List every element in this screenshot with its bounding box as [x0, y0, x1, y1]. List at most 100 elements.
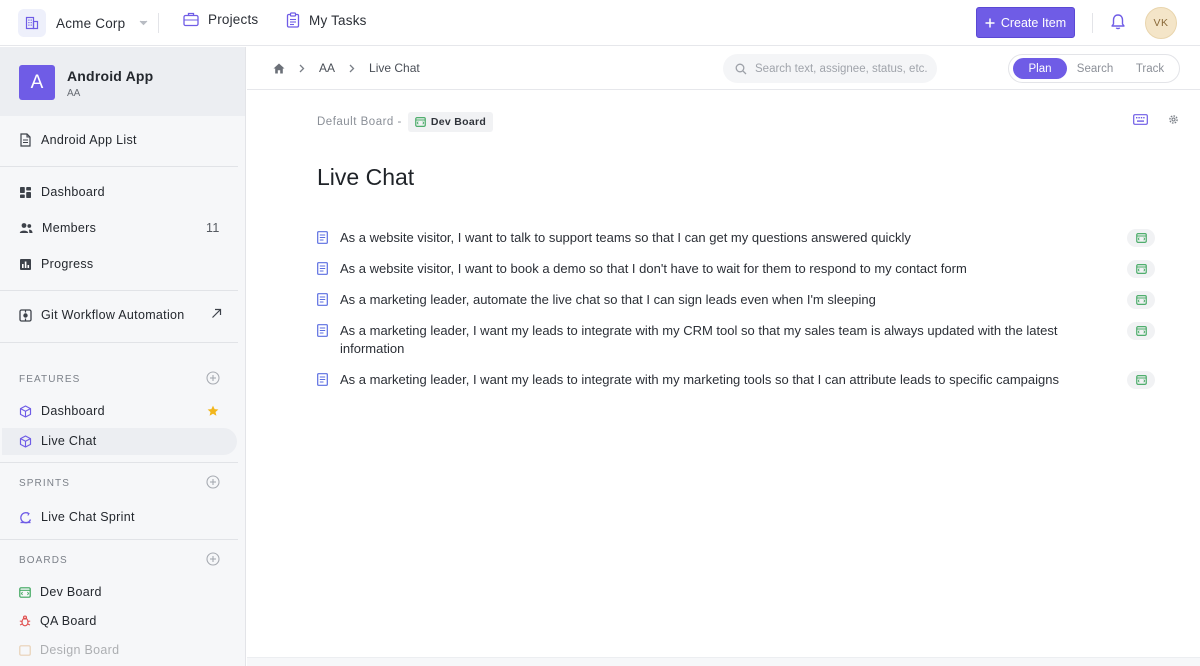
main-content: Default Board - Dev Board Live Chat As a… [247, 91, 1200, 657]
org-name: Acme Corp [56, 15, 126, 31]
mode-track[interactable]: Track [1124, 58, 1176, 79]
story-text: As a website visitor, I want to talk to … [340, 230, 911, 245]
dev-board-tag[interactable] [1127, 229, 1155, 247]
dev-board-icon [19, 586, 31, 598]
story-text: As a marketing leader, automate the live… [340, 292, 876, 307]
sidebar-item-label: Members [42, 221, 97, 235]
dev-board-icon [415, 117, 426, 127]
divider [0, 462, 238, 463]
nav-my-tasks[interactable]: My Tasks [286, 12, 367, 28]
board-chip[interactable]: Dev Board [407, 112, 494, 132]
dev-board-icon [1135, 264, 1147, 274]
board-selector: Default Board - Dev Board [317, 112, 494, 132]
breadcrumb: AA Live Chat [273, 61, 420, 75]
nav-projects-label: Projects [208, 12, 259, 27]
project-avatar: A [19, 65, 55, 100]
org-switcher[interactable]: Acme Corp [18, 9, 148, 37]
add-sprint-icon[interactable] [206, 475, 220, 489]
briefcase-icon [183, 12, 199, 27]
members-count: 11 [206, 221, 220, 235]
divider [0, 539, 238, 540]
add-board-icon[interactable] [206, 552, 220, 566]
divider [158, 13, 159, 33]
features-header: FEATURES [19, 374, 81, 385]
breadcrumb-current: Live Chat [369, 61, 420, 75]
sidebar-board-design[interactable]: Design Board [19, 640, 119, 660]
dashboard-icon [19, 186, 32, 199]
chevron-right-icon [349, 64, 355, 73]
story-text: As a marketing leader, I want my leads t… [340, 372, 1059, 387]
dev-board-icon [1135, 233, 1147, 243]
bug-icon [19, 615, 31, 627]
breadcrumb-bar: AA Live Chat Plan Search Track [247, 47, 1200, 90]
plus-icon [985, 18, 995, 27]
sidebar-feature-dashboard[interactable]: Dashboard [19, 401, 105, 421]
divider [0, 290, 238, 291]
star-icon[interactable] [207, 405, 219, 417]
sidebar-board-qa[interactable]: QA Board [19, 611, 97, 631]
document-icon [19, 133, 32, 147]
breadcrumb-project[interactable]: AA [319, 61, 335, 75]
sidebar-item-label: Progress [41, 257, 94, 271]
dev-board-icon [1135, 326, 1147, 336]
mode-search[interactable]: Search [1069, 58, 1121, 79]
sprint-icon [19, 511, 32, 524]
gear-icon[interactable] [1167, 113, 1180, 126]
chevron-down-icon [139, 20, 148, 26]
chevron-right-icon [299, 64, 305, 73]
sidebar-item-label: QA Board [40, 614, 97, 628]
sidebar-feature-live-chat[interactable]: Live Chat [19, 431, 97, 451]
sidebar: A Android App AA Android App List Dashbo… [0, 47, 246, 666]
sidebar-sprint-live-chat[interactable]: Live Chat Sprint [19, 507, 135, 527]
divider [0, 166, 238, 167]
story-icon [317, 373, 328, 386]
sidebar-item-progress[interactable]: Progress [19, 254, 93, 274]
sidebar-board-dev[interactable]: Dev Board [19, 582, 102, 602]
project-header[interactable]: A Android App AA [0, 47, 245, 116]
sidebar-item-git-workflow[interactable]: Git Workflow Automation [19, 305, 185, 325]
mode-plan[interactable]: Plan [1013, 58, 1067, 79]
page-title: Live Chat [317, 164, 415, 190]
nav-my-tasks-label: My Tasks [309, 12, 367, 28]
user-avatar[interactable]: VK [1145, 7, 1177, 39]
create-item-label: Create Item [1000, 15, 1067, 30]
sprints-header: SPRINTS [19, 478, 71, 489]
sidebar-item-label: Live Chat [41, 434, 97, 448]
story-text: As a marketing leader, I want my leads t… [340, 323, 1058, 356]
story-icon [317, 324, 328, 337]
sidebar-item-label: Dashboard [41, 185, 105, 199]
design-board-icon [19, 644, 31, 656]
sidebar-item-label: Dev Board [40, 585, 102, 599]
search-box[interactable] [723, 54, 937, 83]
dev-board-tag[interactable] [1127, 291, 1155, 309]
progress-icon [19, 258, 32, 271]
keyboard-icon[interactable] [1133, 114, 1148, 125]
project-name: Android App [67, 68, 154, 84]
home-icon[interactable] [273, 63, 285, 74]
mode-toggle: Plan Search Track [1008, 54, 1180, 83]
bell-icon[interactable] [1110, 13, 1126, 31]
sidebar-item-list[interactable]: Android App List [19, 130, 137, 150]
sidebar-item-dashboard[interactable]: Dashboard [19, 182, 105, 202]
sidebar-item-label: Design Board [40, 643, 120, 657]
sidebar-item-members[interactable]: Members 11 [19, 218, 219, 238]
dev-board-tag[interactable] [1127, 322, 1155, 340]
search-icon [735, 63, 747, 75]
divider [0, 342, 238, 343]
story-icon [317, 262, 328, 275]
sidebar-item-label: Dashboard [41, 404, 105, 418]
nav-projects[interactable]: Projects [183, 12, 258, 27]
create-item-button[interactable]: Create Item [976, 7, 1075, 38]
bottom-strip [247, 657, 1200, 666]
dev-board-tag[interactable] [1127, 371, 1155, 389]
git-automation-icon [19, 308, 32, 322]
sidebar-item-label: Git Workflow Automation [41, 308, 185, 322]
dev-board-icon [1135, 375, 1147, 385]
external-link-icon[interactable] [211, 308, 222, 319]
sidebar-item-label: Android App List [41, 133, 137, 147]
search-input[interactable] [755, 62, 935, 75]
cube-icon [19, 404, 32, 418]
top-bar: Acme Corp Projects My Tasks Create Item … [0, 0, 1200, 46]
add-feature-icon[interactable] [206, 371, 220, 385]
dev-board-tag[interactable] [1127, 260, 1155, 278]
